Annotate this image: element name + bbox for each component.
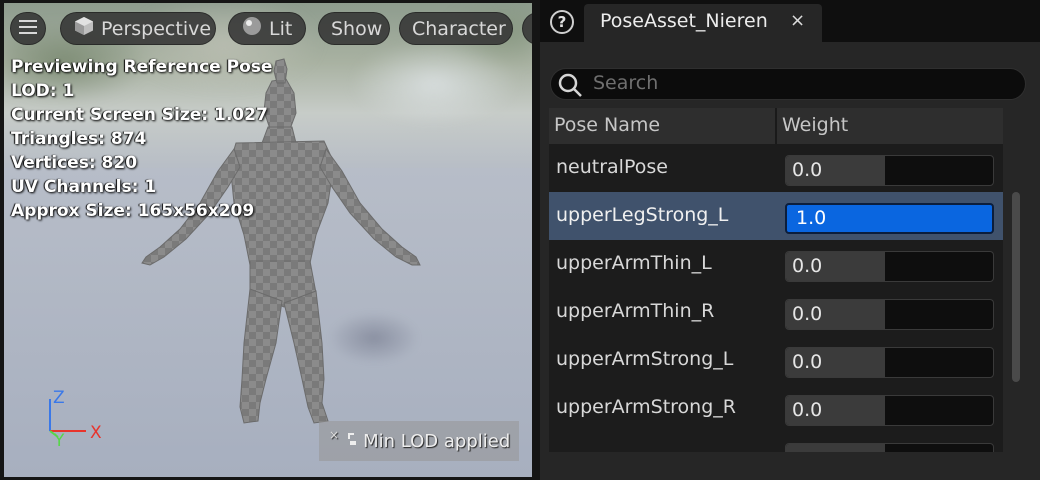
table-header: Pose Name Weight — [549, 108, 1003, 144]
table-row[interactable]: upperArmThin_R 0.0 — [549, 288, 1003, 336]
more-toolbar-button[interactable] — [522, 12, 532, 45]
table-row[interactable]: upperArmStrong_L 0.0 — [549, 336, 1003, 384]
axis-z-label: Z — [53, 388, 65, 408]
weight-value: 0.0 — [792, 159, 823, 181]
stat-line: Triangles: 874 — [11, 129, 147, 149]
table-scrollbar[interactable] — [1012, 192, 1020, 382]
pose-name: upperLegStrong_L — [556, 204, 729, 226]
perspective-button[interactable]: Perspective — [60, 12, 216, 45]
cube-icon — [73, 15, 95, 42]
tab-close-icon[interactable]: × — [790, 10, 805, 31]
character-label: Character — [412, 17, 506, 40]
pose-name: neutralPose — [556, 156, 668, 178]
table-row[interactable]: upperLegStrong_L 1.0 — [549, 192, 1003, 240]
panel-body: Search Pose Name Weight neutralPose 0.0 … — [540, 42, 1040, 480]
stat-line: UV Channels: 1 — [11, 177, 157, 197]
weight-slider[interactable]: 0.0 — [785, 347, 994, 378]
axis-y-label: Y — [54, 431, 65, 451]
show-label: Show — [331, 17, 383, 40]
stat-line: Approx Size: 165x56x209 — [11, 201, 255, 221]
pose-name: upperArmThin_L — [556, 252, 712, 274]
weight-slider[interactable]: 1.0 — [785, 203, 994, 234]
weight-slider[interactable]: 0.0 — [785, 299, 994, 330]
link-icon — [345, 431, 359, 452]
stat-line: Previewing Reference Pose — [11, 57, 273, 77]
weight-value: 0.0 — [792, 399, 823, 421]
stat-line: LOD: 1 — [11, 81, 75, 101]
tab-pose-asset[interactable]: PoseAsset_Nieren × — [584, 4, 822, 42]
pose-name: upperArmStrong_L — [556, 348, 734, 370]
lit-label: Lit — [269, 17, 293, 40]
pose-name: upperArmThin_R — [556, 300, 715, 322]
pose-table: Pose Name Weight neutralPose 0.0 upperLe… — [549, 108, 1003, 452]
slider-fill — [786, 444, 886, 452]
viewport[interactable]: Perspective Lit Show Character Previewin… — [4, 3, 532, 477]
sphere-icon — [241, 15, 263, 42]
weight-slider[interactable]: 0.0 — [785, 395, 994, 426]
notification-text: Min LOD applied — [363, 430, 511, 452]
lit-button[interactable]: Lit — [228, 12, 306, 45]
pose-asset-panel: ? PoseAsset_Nieren × Search Pose Name We… — [540, 0, 1040, 480]
axis-gizmo: Z X Y — [44, 385, 114, 451]
table-row[interactable]: upperArmStrong_R 0.0 — [549, 384, 1003, 432]
help-icon[interactable]: ? — [550, 10, 574, 34]
table-row[interactable] — [549, 432, 1003, 452]
show-button[interactable]: Show — [318, 12, 390, 45]
pose-name: upperArmStrong_R — [556, 396, 736, 418]
weight-value: 0.0 — [792, 255, 823, 277]
perspective-label: Perspective — [101, 17, 212, 40]
search-placeholder: Search — [593, 72, 659, 94]
stat-line: Current Screen Size: 1.027 — [11, 105, 268, 125]
notification-close-icon[interactable]: × — [329, 428, 339, 442]
column-divider[interactable] — [775, 108, 777, 144]
table-row[interactable]: neutralPose 0.0 — [549, 144, 1003, 192]
search-icon — [557, 72, 583, 102]
axis-x-label: X — [90, 423, 102, 443]
min-lod-notification: × Min LOD applied — [319, 421, 519, 461]
viewport-stats: Previewing Reference Pose LOD: 1 Current… — [11, 55, 272, 223]
weight-slider[interactable] — [785, 443, 994, 452]
panel-tab-bar: ? PoseAsset_Nieren × — [540, 0, 1040, 42]
tab-title: PoseAsset_Nieren — [600, 10, 768, 32]
app-window: Perspective Lit Show Character Previewin… — [0, 0, 1040, 480]
weight-slider[interactable]: 0.0 — [785, 251, 994, 282]
stat-line: Vertices: 820 — [11, 153, 138, 173]
column-header-pose-name[interactable]: Pose Name — [554, 114, 660, 136]
weight-value: 0.0 — [792, 351, 823, 373]
hamburger-icon — [19, 18, 37, 40]
character-button[interactable]: Character — [399, 12, 513, 45]
weight-value: 0.0 — [792, 303, 823, 325]
table-row[interactable]: upperArmThin_L 0.0 — [549, 240, 1003, 288]
weight-slider[interactable]: 0.0 — [785, 155, 994, 186]
weight-value: 1.0 — [796, 207, 827, 229]
search-box[interactable]: Search — [550, 68, 1026, 100]
viewport-menu-button[interactable] — [10, 12, 46, 45]
column-header-weight[interactable]: Weight — [782, 114, 848, 136]
viewport-toolbar: Perspective Lit Show Character — [4, 7, 532, 45]
